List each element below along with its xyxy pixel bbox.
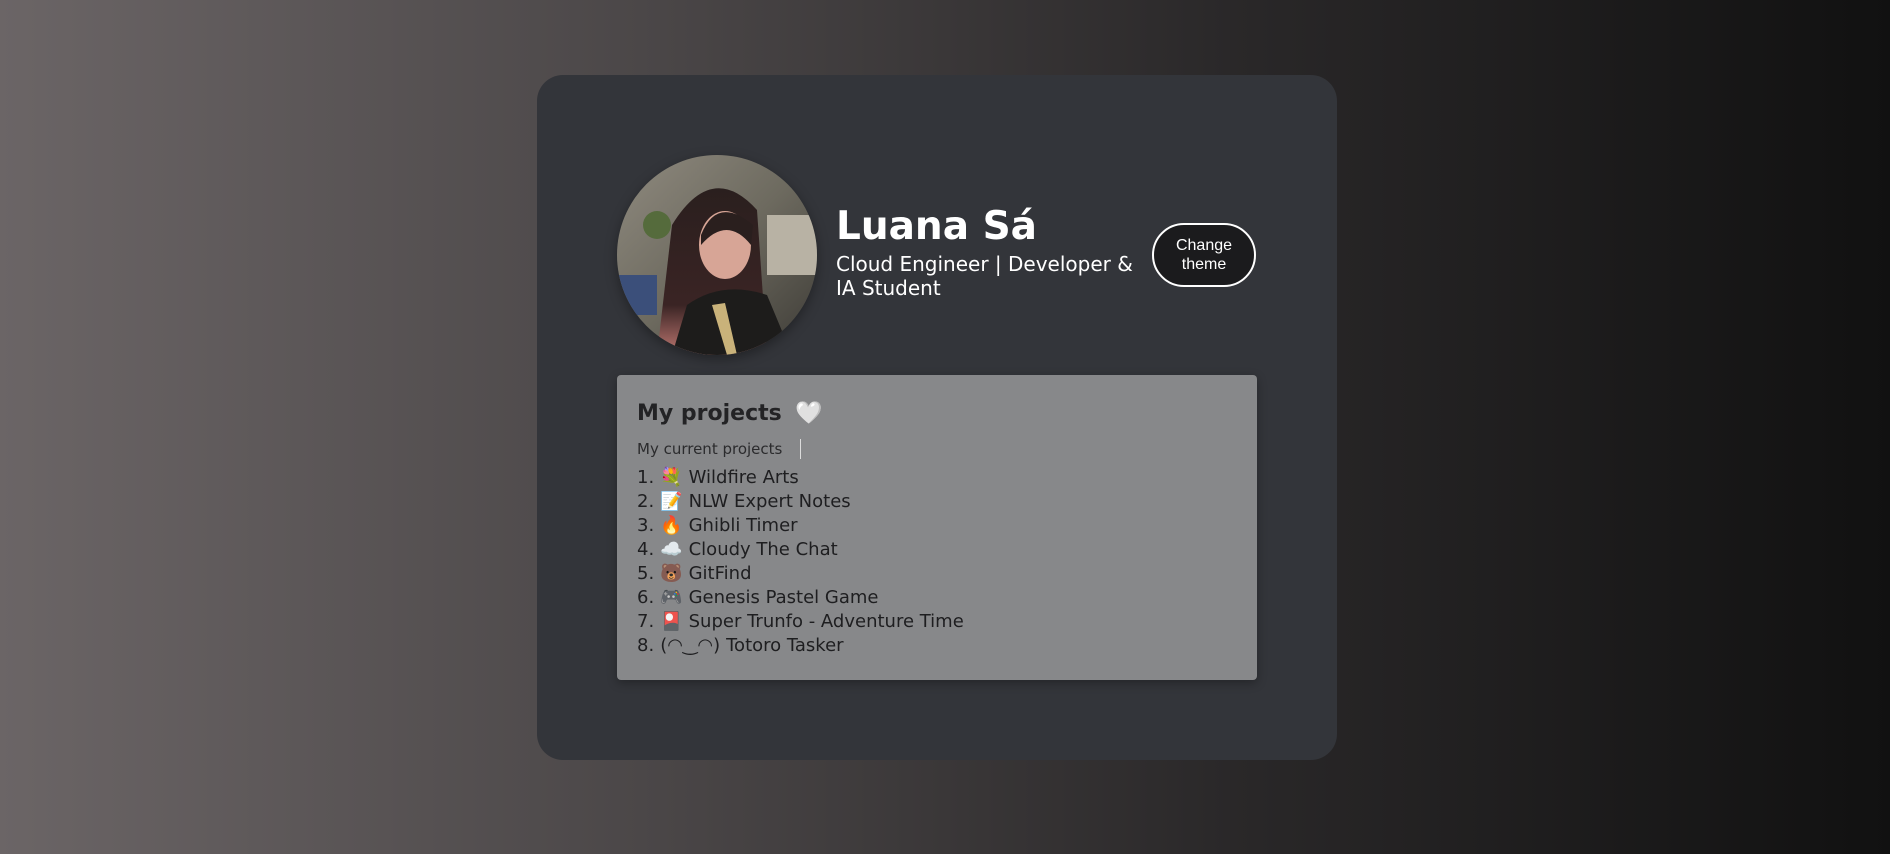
project-label: NLW Expert Notes — [688, 491, 851, 512]
project-item-totoro-tasker[interactable]: 8. (◠‿◠) Totoro Tasker — [637, 634, 1237, 658]
bear-icon: 🐻 — [660, 563, 683, 584]
project-item-super-trunfo[interactable]: 7. 🎴 Super Trunfo - Adventure Time — [637, 610, 1237, 634]
list-number: 2. — [637, 491, 655, 512]
projects-subtitle: My current projects — [637, 439, 1237, 459]
project-item-wildfire-arts[interactable]: 1. 💐 Wildfire Arts — [637, 466, 1237, 490]
list-number: 8. — [637, 635, 655, 656]
project-item-genesis-pastel-game[interactable]: 6. 🎮 Genesis Pastel Game — [637, 586, 1237, 610]
white-heart-icon: 🤍 — [795, 401, 823, 426]
projects-title: My projects 🤍 — [637, 399, 1237, 429]
project-label: GitFind — [688, 563, 752, 584]
kaomoji-icon: (◠‿◠) — [660, 635, 721, 656]
projects-panel: My projects 🤍 My current projects 1. 💐 Wil… — [617, 375, 1257, 680]
project-label: Cloudy The Chat — [688, 539, 838, 560]
project-item-gitfind[interactable]: 5. 🐻 GitFind — [637, 562, 1237, 586]
list-number: 4. — [637, 539, 655, 560]
project-label: Totoro Tasker — [726, 635, 844, 656]
fire-icon: 🔥 — [660, 515, 683, 536]
project-label: Wildfire Arts — [688, 467, 799, 488]
profile-card: Luana Sá Cloud Engineer | Developer & IA… — [537, 75, 1337, 760]
project-label: Genesis Pastel Game — [688, 587, 879, 608]
bouquet-icon: 💐 — [660, 467, 683, 488]
list-number: 6. — [637, 587, 655, 608]
project-item-nlw-expert-notes[interactable]: 2. 📝 NLW Expert Notes — [637, 490, 1237, 514]
list-number: 1. — [637, 467, 655, 488]
projects-title-text: My projects — [637, 401, 782, 426]
memo-icon: 📝 — [660, 491, 683, 512]
game-controller-icon: 🎮 — [660, 587, 683, 608]
card-icon: 🎴 — [660, 611, 683, 632]
list-number: 7. — [637, 611, 655, 632]
project-item-cloudy-the-chat[interactable]: 4. ☁️ Cloudy The Chat — [637, 538, 1237, 562]
list-number: 5. — [637, 563, 655, 584]
cloud-icon: ☁️ — [660, 539, 683, 560]
project-label: Super Trunfo - Adventure Time — [688, 611, 964, 632]
profile-name: Luana Sá — [836, 204, 1037, 249]
project-label: Ghibli Timer — [688, 515, 798, 536]
projects-subtitle-text: My current projects — [637, 440, 783, 458]
profile-subtitle: Cloud Engineer | Developer & IA Student — [836, 252, 1133, 300]
change-theme-button[interactable]: Change theme — [1152, 223, 1256, 287]
profile-photo-icon — [617, 155, 817, 355]
project-list: 1. 💐 Wildfire Arts 2. 📝 NLW Expert Notes 3. 🔥… — [637, 466, 1237, 658]
list-number: 3. — [637, 515, 655, 536]
typing-cursor — [800, 439, 802, 459]
project-item-ghibli-timer[interactable]: 3. 🔥 Ghibli Timer — [637, 514, 1237, 538]
avatar — [617, 155, 817, 355]
